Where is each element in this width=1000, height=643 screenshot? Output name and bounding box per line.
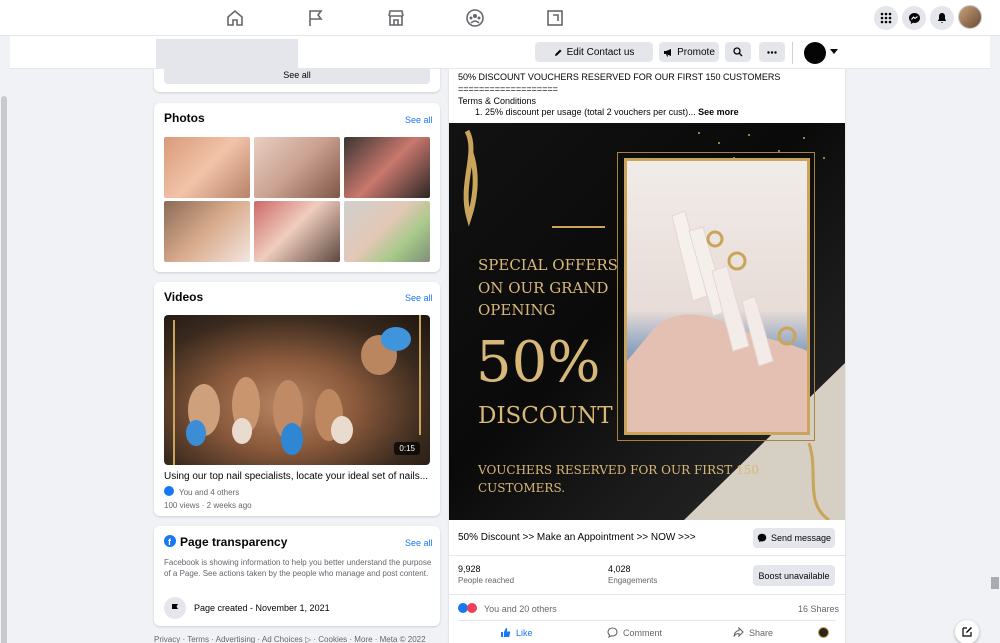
- marketplace-icon[interactable]: [386, 8, 406, 28]
- comment-button[interactable]: Comment: [607, 627, 662, 638]
- nails-illustration: [173, 315, 421, 465]
- share-label: Share: [749, 627, 774, 638]
- promote-button[interactable]: Promote: [659, 42, 719, 62]
- transparency-description: Facebook is showing information to help …: [164, 558, 432, 578]
- ad-discount: DISCOUNT: [478, 403, 613, 429]
- gaming-icon[interactable]: [545, 8, 565, 28]
- comment-label: Comment: [623, 627, 663, 638]
- more-options-button[interactable]: [759, 42, 785, 62]
- page-created: Page created - November 1, 2021: [194, 603, 330, 613]
- top-navigation: [0, 0, 1000, 36]
- search-button[interactable]: [725, 42, 751, 62]
- footer-links[interactable]: Privacy · Terms · Advertising · Ad Choic…: [154, 635, 426, 643]
- photo-thumbnail[interactable]: [344, 201, 430, 262]
- boost-unavailable-button[interactable]: Boost unavailable: [753, 565, 835, 586]
- page-name-placeholder: [156, 39, 298, 69]
- videos-title: Videos: [164, 290, 204, 304]
- photo-thumbnail[interactable]: [344, 137, 430, 198]
- messenger-icon[interactable]: [902, 6, 926, 30]
- video-meta: 100 views · 2 weeks ago: [164, 501, 252, 510]
- transparency-see-all-link[interactable]: See all: [405, 538, 433, 548]
- page-profile-avatar[interactable]: [804, 42, 826, 64]
- share-icon: [733, 627, 744, 638]
- transparency-title: Page transparency: [180, 535, 288, 549]
- ad-subtext-1: VOUCHERS RESERVED FOR OUR FIRST 150: [478, 463, 759, 477]
- ad-percent: 50%: [476, 330, 601, 395]
- photos-title: Photos: [164, 111, 205, 125]
- chevron-down-icon[interactable]: [830, 49, 838, 54]
- engagements-label: Engagements: [608, 576, 658, 585]
- video-caption[interactable]: Using our top nail specialists, locate y…: [164, 471, 428, 482]
- flag-icon[interactable]: [306, 8, 326, 28]
- videos-see-all-link[interactable]: See all: [405, 293, 433, 303]
- video-reactions[interactable]: You and 4 others: [179, 488, 239, 497]
- people-reached-label: People reached: [458, 576, 515, 585]
- home-icon[interactable]: [225, 8, 245, 28]
- divider: [458, 620, 836, 621]
- see-more-link[interactable]: See more: [698, 107, 739, 117]
- like-reaction-icon: [164, 486, 174, 496]
- post-text-line1: 50% DISCOUNT VOUCHERS RESERVED FOR OUR F…: [458, 72, 781, 82]
- scrollbar-thumb[interactable]: [1, 96, 7, 643]
- share-button[interactable]: Share: [733, 627, 773, 638]
- engagements-value: 4,028: [608, 564, 631, 574]
- video-thumbnail[interactable]: 0:15: [164, 315, 430, 465]
- photos-see-all-link[interactable]: See all: [405, 115, 433, 125]
- people-reached-value: 9,928: [458, 564, 481, 574]
- new-message-button[interactable]: [955, 620, 979, 643]
- page-avatar-small[interactable]: [818, 627, 829, 638]
- ad-headline-3: OPENING: [478, 301, 556, 319]
- notifications-icon[interactable]: [930, 6, 954, 30]
- post-reactions[interactable]: You and 20 others: [484, 604, 557, 614]
- flag-icon: [164, 597, 186, 619]
- facebook-icon: f: [164, 535, 176, 547]
- menu-grid-icon[interactable]: [874, 6, 898, 30]
- comment-icon: [607, 627, 618, 638]
- ad-subtext-2: CUSTOMERS.: [478, 481, 566, 495]
- send-message-button[interactable]: Send message: [753, 528, 835, 548]
- pencil-icon: [554, 49, 562, 56]
- scrollbar-track[interactable]: [0, 36, 8, 643]
- edit-contact-button[interactable]: Edit Contact us: [535, 42, 653, 62]
- divider: [449, 555, 845, 556]
- photo-thumbnail[interactable]: [164, 137, 250, 198]
- thumbs-up-icon: [501, 628, 511, 637]
- divider: [792, 42, 793, 64]
- like-button[interactable]: Like: [500, 627, 533, 638]
- profile-avatar[interactable]: [958, 5, 982, 29]
- scrollbar-right[interactable]: [991, 577, 999, 589]
- like-label: Like: [516, 627, 533, 638]
- page-header-bar: Edit Contact us Promote: [10, 36, 990, 69]
- photo-thumbnail[interactable]: [164, 201, 250, 262]
- divider: [449, 594, 845, 595]
- search-icon: [733, 47, 743, 57]
- megaphone-icon: [664, 48, 672, 56]
- ad-nails-photo: [624, 158, 810, 435]
- video-duration: 0:15: [394, 442, 420, 455]
- post-shares[interactable]: 16 Shares: [798, 604, 839, 614]
- ad-headline-2: ON OUR GRAND: [478, 279, 609, 297]
- messenger-icon: [757, 533, 767, 543]
- post-text-line3: Terms & Conditions: [458, 96, 537, 106]
- nails-photo-illustration: [627, 210, 807, 432]
- cta-text: 50% Discount >> Make an Appointment >> N…: [458, 532, 696, 543]
- groups-icon[interactable]: [465, 8, 485, 28]
- compose-icon: [962, 627, 972, 637]
- photo-thumbnail[interactable]: [254, 201, 340, 262]
- terms-item: 1. 25% discount per usage (total 2 vouch…: [475, 107, 696, 117]
- edit-contact-label: Edit Contact us: [566, 46, 635, 58]
- post-text-line2: ===================: [458, 84, 558, 94]
- post-text-line4: 1. 25% discount per usage (total 2 vouch…: [475, 107, 739, 117]
- send-message-label: Send message: [770, 533, 832, 543]
- love-reaction-icon: [467, 603, 477, 613]
- photo-thumbnail[interactable]: [254, 137, 340, 198]
- promote-label: Promote: [677, 46, 715, 58]
- ad-headline-1: SPECIAL OFFERS: [478, 256, 618, 274]
- more-icon: [767, 50, 777, 54]
